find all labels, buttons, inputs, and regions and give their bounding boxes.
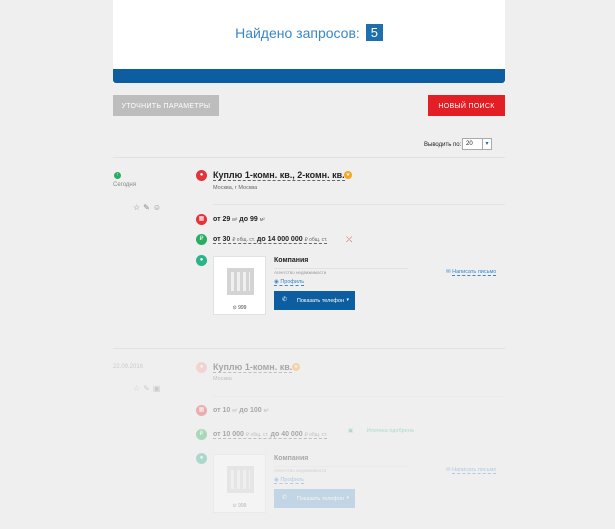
area-range: от 29 м² до 99 м² <box>213 216 265 223</box>
area-to: до 100 <box>239 407 262 414</box>
company-logo[interactable]: ⊙ 999 <box>213 256 266 315</box>
star-badge-icon: ★ <box>344 171 352 179</box>
chevron-down-icon: ▾ <box>346 297 349 303</box>
divider <box>113 348 505 349</box>
profile-link[interactable]: ◉ Профиль <box>274 477 305 484</box>
envelope-icon: ✉ <box>446 269 451 275</box>
phone-icon: ✆ <box>282 495 288 501</box>
area-unit: м² <box>232 408 238 414</box>
listing-date: Сегодня <box>113 182 136 188</box>
company-logo[interactable]: ⊙ 999 <box>213 454 266 513</box>
show-phone-label: Показать телефон <box>296 298 345 304</box>
star-icon[interactable]: ☆ <box>133 203 143 212</box>
area-unit: м² <box>259 217 265 223</box>
write-letter-label: Написать письмо <box>452 269 497 276</box>
edit-icon[interactable]: ✎ <box>143 203 153 212</box>
star-badge-icon: ★ <box>292 363 300 371</box>
listing-city: Москва, г Москва <box>213 185 258 191</box>
price-range: от 10 000 ₽ общ. ст. до 40 000 ₽ общ. ст… <box>213 431 328 439</box>
price-to-unit: ₽ общ. ст. <box>304 432 328 438</box>
write-letter-link[interactable]: ✉ Написать письмо <box>446 467 497 474</box>
found-requests: Найдено запросов: 5 <box>113 24 505 41</box>
area-unit: м² <box>263 408 269 414</box>
agency-type: Агентство недвижимости <box>274 468 327 473</box>
price-from-unit: ₽ общ. ст. <box>232 237 255 243</box>
money-icon: ₽ <box>196 234 207 245</box>
phone-icon: ✆ <box>282 297 288 303</box>
area-range: от 10 м² до 100 м² <box>213 407 269 414</box>
price-from: от 30 <box>213 236 231 243</box>
money-icon: ₽ <box>196 429 207 440</box>
price-to: до 14 000 000 <box>256 236 303 243</box>
divider <box>113 157 505 158</box>
location-pin-icon: ● <box>196 170 207 181</box>
note-icon[interactable]: ▣ <box>153 384 164 393</box>
area-unit: м² <box>232 217 238 223</box>
new-search-button[interactable]: НОВЫЙ ПОИСК <box>428 95 505 116</box>
company-name: Компания <box>274 257 309 264</box>
refine-params-button[interactable]: УТОЧНИТЬ ПАРАМЕТРЫ <box>113 95 219 116</box>
star-icon[interactable]: ☆ <box>133 384 143 393</box>
area-from: от 29 <box>213 216 231 223</box>
listing-date: 22.09.2016 <box>113 364 144 370</box>
area-icon: ▦ <box>196 405 207 416</box>
profile-link[interactable]: ◉ Профиль <box>274 279 305 286</box>
arrow-up-icon: ↑ <box>114 172 121 179</box>
price-to: до 40 000 <box>270 431 303 438</box>
price-from: от 10 000 <box>213 431 244 438</box>
company-name: Компания <box>274 455 309 462</box>
area-to: до 99 <box>239 216 258 223</box>
per-page-value: 20 <box>466 141 473 147</box>
no-hide-icon[interactable]: ⤫ <box>346 235 352 245</box>
listing-actions: ☆✎☺ <box>133 203 164 212</box>
price-from-unit: ₽ общ. ст. <box>245 432 269 438</box>
divider <box>213 204 505 205</box>
company-number: ⊙ 999 <box>232 503 247 509</box>
person-icon: ● <box>196 453 207 464</box>
panel-bottom-bar <box>113 69 505 83</box>
results-panel: Найдено запросов: 5 <box>113 0 505 83</box>
listing-city: Москва <box>213 376 232 382</box>
found-count-badge: 5 <box>365 24 383 41</box>
person-icon: ● <box>196 255 207 266</box>
building-icon <box>227 268 254 295</box>
write-letter-label: Написать письмо <box>452 467 497 474</box>
check-icon: ▣ <box>348 428 354 434</box>
chevron-down-icon[interactable]: ▾ <box>482 139 491 149</box>
area-icon: ▦ <box>196 214 207 225</box>
area-from: от 10 <box>213 407 231 414</box>
agency-type: Агентство недвижимости <box>274 270 327 275</box>
divider <box>274 268 408 269</box>
mortgage-note: ▣ Ипотека одобрена <box>348 428 414 434</box>
found-label: Найдено запросов: <box>235 25 360 41</box>
write-letter-link[interactable]: ✉ Написать письмо <box>446 269 497 276</box>
listing-title[interactable]: Куплю 1-комн. кв. <box>213 362 293 373</box>
envelope-icon: ✉ <box>446 467 451 473</box>
smile-icon[interactable]: ☺ <box>153 203 164 212</box>
price-range: от 30 ₽ общ. ст. до 14 000 000 ₽ общ. ст… <box>213 236 328 244</box>
show-phone-label: Показать телефон <box>296 496 345 502</box>
listing-actions: ☆✎▣ <box>133 384 163 393</box>
listing-title[interactable]: Куплю 1-комн. кв., 2-комн. кв. <box>213 170 345 181</box>
company-number: ⊙ 999 <box>232 305 247 311</box>
edit-icon[interactable]: ✎ <box>143 384 153 393</box>
per-page-select[interactable]: 20 ▾ <box>462 138 492 150</box>
divider <box>274 466 408 467</box>
divider <box>213 396 505 397</box>
location-pin-icon: ● <box>196 362 207 373</box>
price-to-unit: ₽ общ. ст. <box>304 237 328 243</box>
show-phone-button[interactable]: ✆ Показать телефон ▾ <box>274 291 355 310</box>
per-page-label: Выводить по: <box>424 142 462 148</box>
show-phone-button[interactable]: ✆ Показать телефон ▾ <box>274 489 355 508</box>
chevron-down-icon: ▾ <box>346 495 349 501</box>
building-icon <box>227 466 254 493</box>
